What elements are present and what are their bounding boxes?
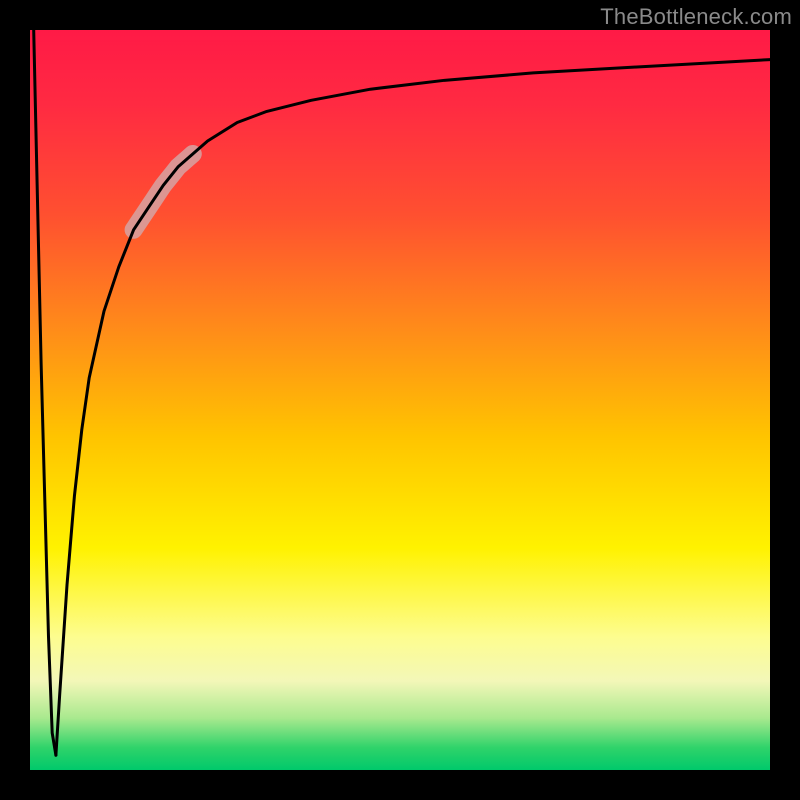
chart-frame: TheBottleneck.com	[0, 0, 800, 800]
plot-area	[30, 30, 770, 770]
watermark-text: TheBottleneck.com	[600, 4, 792, 30]
curve-initial-drop	[34, 30, 56, 755]
curve-layer	[30, 30, 770, 770]
curve-main-curve	[56, 60, 770, 756]
